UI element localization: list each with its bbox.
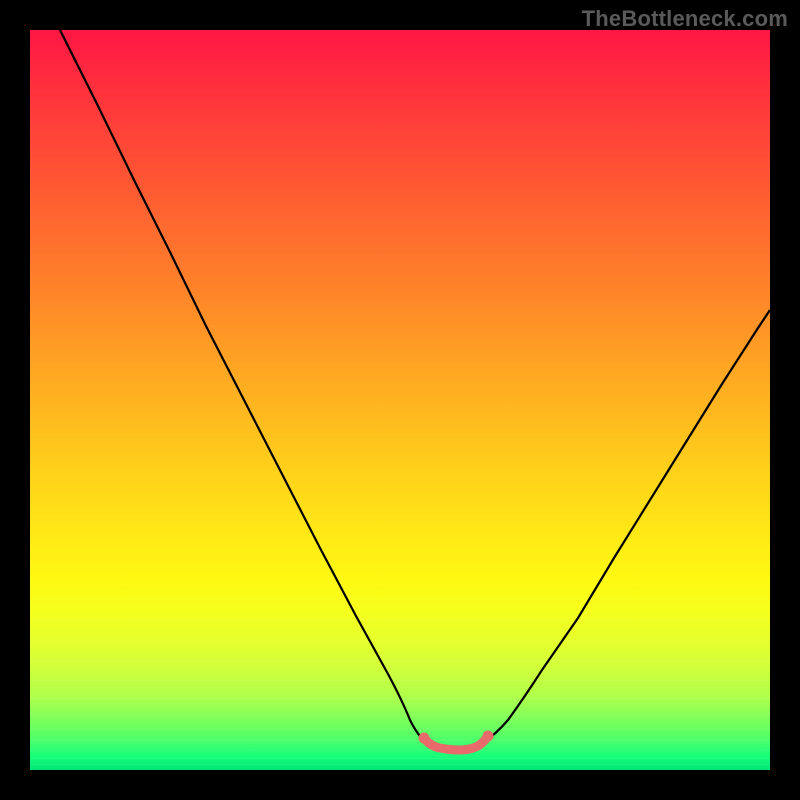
plot-area	[30, 30, 770, 770]
curve-highlight-segment	[424, 736, 488, 750]
highlight-end-dot	[483, 731, 494, 742]
chart-frame: TheBottleneck.com	[0, 0, 800, 800]
watermark-text: TheBottleneck.com	[582, 6, 788, 32]
bottleneck-curve	[30, 30, 770, 770]
highlight-end-dot	[419, 733, 430, 744]
curve-left-segment	[60, 30, 426, 742]
curve-right-segment	[484, 310, 770, 742]
